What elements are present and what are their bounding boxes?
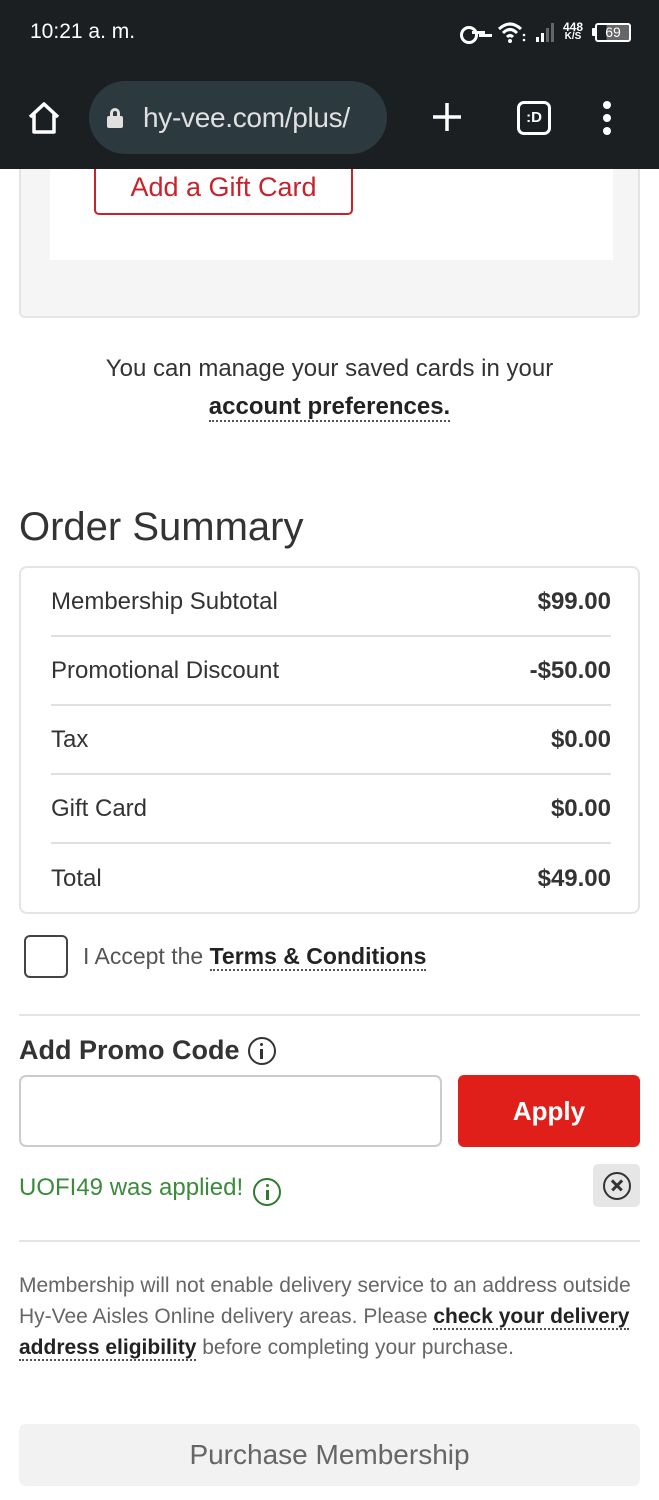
- account-preferences-link[interactable]: account preferences.: [208, 393, 451, 422]
- url-text: hy-vee.com/plus/: [143, 101, 350, 133]
- status-icons: 448 K/S 69: [459, 20, 631, 44]
- promo-info-icon[interactable]: [253, 1178, 282, 1206]
- network-speed: 448 K/S: [562, 20, 583, 42]
- apply-promo-button[interactable]: Apply: [458, 1075, 640, 1147]
- close-circle-icon: [602, 1171, 631, 1200]
- section-divider: [19, 1240, 640, 1242]
- payment-methods-panel: Add a Gift Card: [19, 150, 640, 318]
- promo-applied-message: UOFI49 was applied!: [19, 1170, 282, 1206]
- summary-row-subtotal: Membership Subtotal $99.00: [51, 568, 611, 637]
- browser-menu-button[interactable]: [600, 101, 614, 135]
- promo-code-input[interactable]: [19, 1075, 442, 1147]
- summary-label: Gift Card: [51, 794, 148, 822]
- menu-dot: [603, 114, 611, 122]
- address-bar[interactable]: hy-vee.com/plus/: [89, 81, 387, 154]
- summary-row-tax: Tax $0.00: [51, 706, 611, 775]
- summary-label: Total: [51, 864, 102, 892]
- summary-label: Membership Subtotal: [51, 587, 278, 615]
- terms-acceptance: I Accept the Terms & Conditions: [24, 935, 427, 978]
- summary-row-discount: Promotional Discount -$50.00: [51, 637, 611, 706]
- summary-value: $0.00: [550, 725, 611, 753]
- info-icon[interactable]: [247, 1036, 276, 1065]
- tab-switcher-button[interactable]: :D: [517, 101, 551, 135]
- promo-applied-text: UOFI49 was applied!: [19, 1174, 244, 1201]
- summary-value: -$50.00: [529, 656, 611, 684]
- terms-label: I Accept the Terms & Conditions: [83, 943, 427, 971]
- manage-cards-text: You can manage your saved cards in your …: [0, 350, 659, 426]
- summary-row-total: Total $49.00: [51, 844, 611, 913]
- home-button[interactable]: [26, 100, 62, 136]
- browser-chrome: 10:21 a. m. 448 K/S 69 hy-vee.com/plus/: [0, 0, 659, 169]
- lock-icon: [107, 107, 123, 128]
- summary-label: Tax: [51, 725, 89, 753]
- order-summary-title: Order Summary: [19, 505, 304, 549]
- vpn-key-icon: [459, 24, 488, 44]
- purchase-membership-button[interactable]: Purchase Membership: [19, 1424, 640, 1486]
- status-time: 10:21 a. m.: [30, 20, 136, 43]
- terms-checkbox[interactable]: [24, 935, 68, 978]
- manage-cards-message: You can manage your saved cards in your: [105, 355, 554, 382]
- delivery-notice: Membership will not enable delivery serv…: [19, 1270, 639, 1363]
- terms-conditions-link[interactable]: Terms & Conditions: [209, 943, 427, 971]
- battery-icon: 69: [592, 22, 631, 42]
- promo-code-heading: Add Promo Code: [19, 1035, 276, 1066]
- remove-promo-button[interactable]: [593, 1164, 640, 1207]
- new-tab-button[interactable]: [430, 100, 464, 134]
- summary-value: $49.00: [537, 864, 611, 892]
- summary-row-gift-card: Gift Card $0.00: [51, 775, 611, 844]
- summary-value: $0.00: [550, 794, 611, 822]
- terms-prefix: I Accept the: [83, 943, 210, 969]
- summary-value: $99.00: [537, 587, 611, 615]
- cell-signal-icon: [535, 22, 554, 42]
- section-divider: [19, 1014, 640, 1016]
- menu-dot: [603, 127, 611, 135]
- wifi-icon: [497, 22, 526, 43]
- battery-level: 69: [595, 22, 631, 42]
- promo-code-title: Add Promo Code: [19, 1035, 240, 1065]
- order-summary-table: Membership Subtotal $99.00 Promotional D…: [19, 566, 640, 914]
- menu-dot: [603, 101, 611, 109]
- summary-label: Promotional Discount: [51, 656, 280, 684]
- notice-text-end: before completing your purchase.: [196, 1336, 514, 1359]
